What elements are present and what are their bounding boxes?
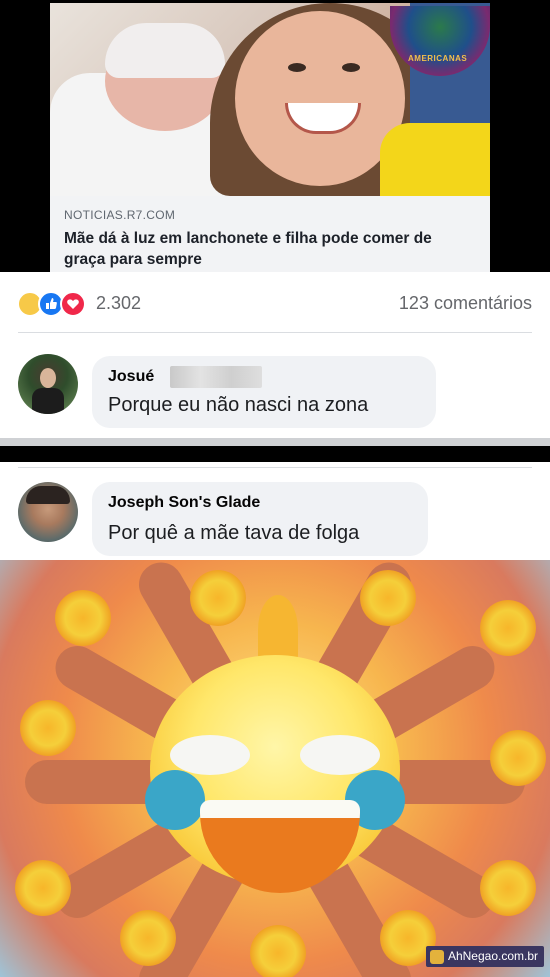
comment: Josué Porque eu não nasci na zona bbox=[0, 334, 550, 438]
watermark-logo-icon bbox=[429, 949, 444, 964]
laugh-spiral-icon bbox=[250, 925, 306, 977]
divider bbox=[18, 332, 532, 333]
avatar[interactable] bbox=[18, 482, 78, 542]
laugh-spiral-icon bbox=[490, 730, 546, 786]
divider bbox=[18, 467, 532, 468]
comment-text: Por quê a mãe tava de folga bbox=[108, 522, 360, 544]
shared-post[interactable]: AMERICANAS NOTICIAS.R7.COM Mãe dá à luz … bbox=[0, 0, 550, 272]
photo-yellow-object bbox=[380, 123, 490, 196]
link-preview[interactable]: NOTICIAS.R7.COM Mãe dá à luz em lanchone… bbox=[50, 196, 490, 272]
reaction-count[interactable]: 2.302 bbox=[96, 293, 141, 314]
comments-count[interactable]: 123 comentários bbox=[399, 293, 532, 314]
laugh-spiral-icon bbox=[480, 860, 536, 916]
reactions-bar: 2.302 123 comentários bbox=[0, 272, 550, 334]
blurred-surname bbox=[170, 366, 262, 388]
avatar-figure-face bbox=[40, 368, 56, 388]
laugh-spiral-icon bbox=[190, 570, 246, 626]
sun-eye-right bbox=[300, 735, 380, 775]
watermark: AhNegao.com.br bbox=[425, 946, 544, 967]
comment-author[interactable]: Josué bbox=[108, 368, 154, 386]
watermark-text: AhNegao.com.br bbox=[447, 949, 538, 963]
comment-bubble: Josué Porque eu não nasci na zona bbox=[92, 356, 436, 428]
laugh-spiral-icon bbox=[15, 860, 71, 916]
avatar-figure-body bbox=[32, 388, 64, 414]
post-photo[interactable]: AMERICANAS bbox=[50, 3, 490, 196]
love-icon[interactable] bbox=[60, 291, 86, 317]
link-title[interactable]: Mãe dá à luz em lanchonete e filha pode … bbox=[64, 228, 464, 270]
laugh-spiral-icon bbox=[120, 910, 176, 966]
separator bbox=[0, 438, 550, 446]
link-domain: NOTICIAS.R7.COM bbox=[64, 208, 176, 222]
photo-eye-left bbox=[288, 63, 306, 72]
separator bbox=[0, 446, 550, 462]
sun-eye-left bbox=[170, 735, 250, 775]
comment-text: Porque eu não nasci na zona bbox=[108, 394, 369, 416]
avatar-hair bbox=[26, 486, 70, 504]
comment: Joseph Son's Glade Por quê a mãe tava de… bbox=[0, 462, 550, 560]
tear-icon bbox=[145, 770, 205, 830]
comment-bubble: Joseph Son's Glade Por quê a mãe tava de… bbox=[92, 482, 428, 556]
photo-baby-cap bbox=[105, 23, 225, 78]
laugh-spiral-icon bbox=[360, 570, 416, 626]
laugh-spiral-icon bbox=[480, 600, 536, 656]
laugh-spiral-icon bbox=[55, 590, 111, 646]
meme-image: AhNegao.com.br bbox=[0, 560, 550, 977]
laugh-spiral-icon bbox=[20, 700, 76, 756]
comment-author[interactable]: Joseph Son's Glade bbox=[108, 494, 260, 512]
photo-eye-right bbox=[342, 63, 360, 72]
avatar[interactable] bbox=[18, 354, 78, 414]
